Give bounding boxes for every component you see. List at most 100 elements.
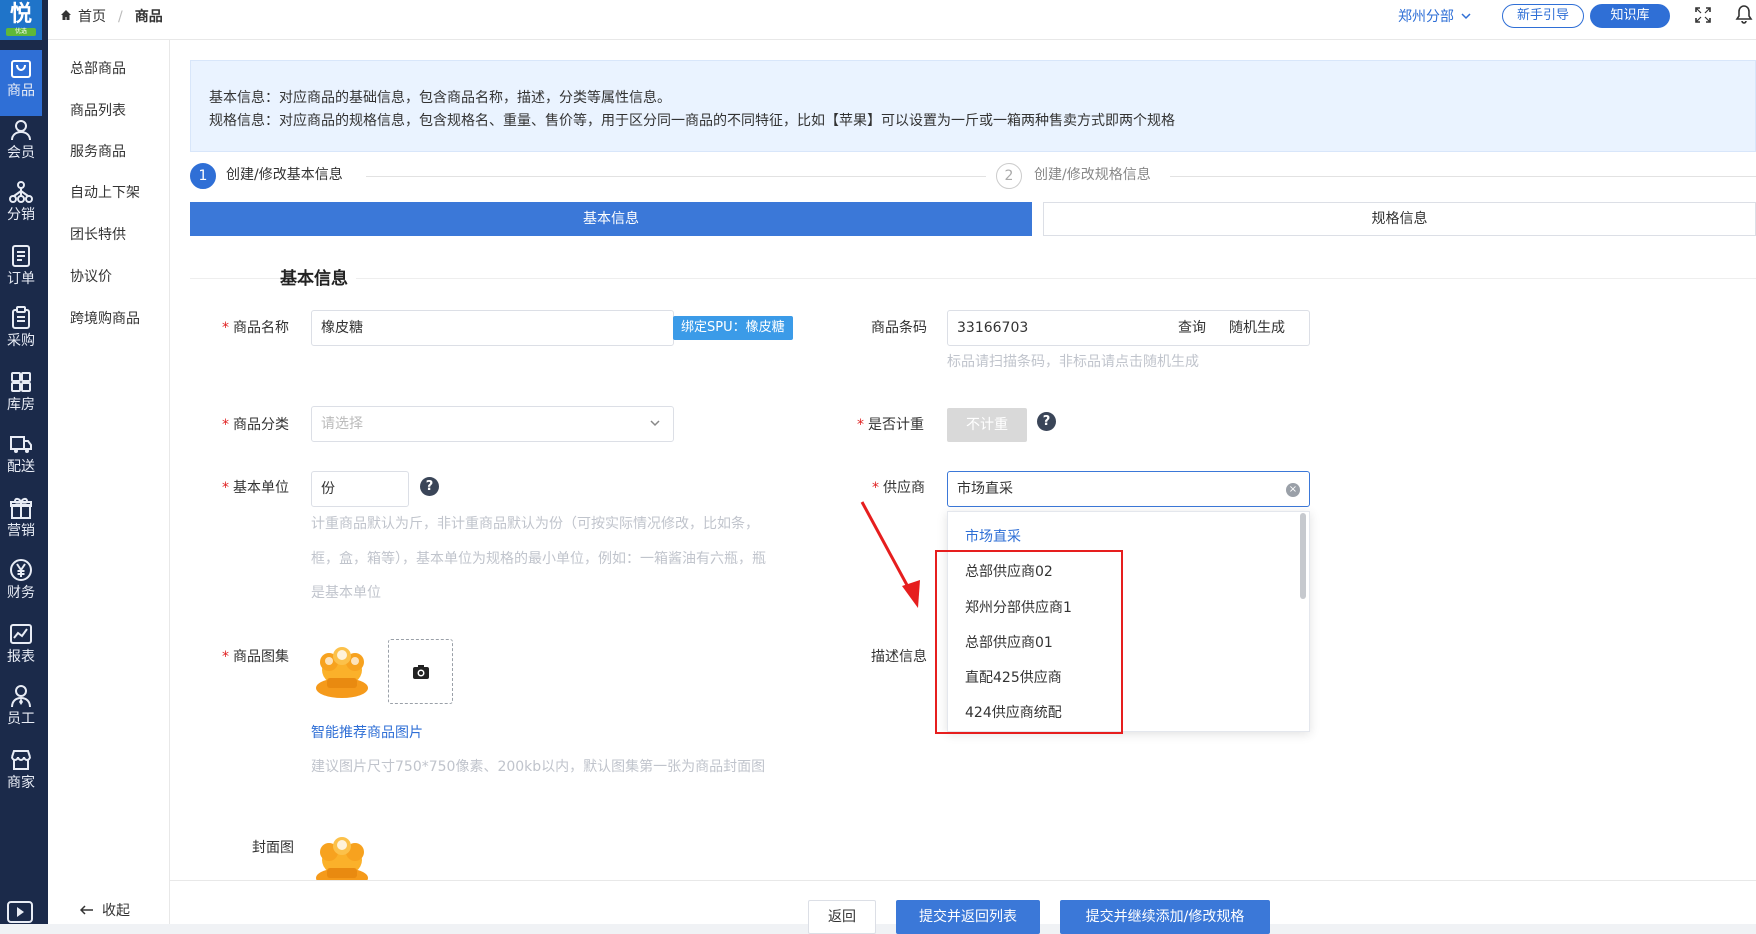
home-icon[interactable] (60, 0, 72, 34)
staff-icon (11, 685, 31, 708)
tip-line-basic: 基本信息：对应商品的基础信息，包含商品名称，描述，分类等属性信息。 (209, 90, 671, 106)
rail-label: 财务 (7, 585, 35, 601)
smart-recommend-link[interactable]: 智能推荐商品图片 (311, 722, 423, 742)
breadcrumb-current: 商品 (134, 9, 163, 25)
weigh-toggle[interactable]: 不计重 (947, 408, 1027, 442)
image-upload-box[interactable] (388, 639, 453, 704)
barcode-query-button[interactable]: 查询 (1178, 311, 1206, 345)
chevron-down-icon (649, 417, 661, 433)
supplier-select[interactable]: 市场直采 (947, 471, 1310, 507)
cover-image-thumb[interactable] (311, 830, 373, 880)
unit-hint-line2: 框，盒，箱等），基本单位为规格的最小单位，例如：一箱酱油有六瓶，瓶 (311, 551, 766, 567)
breadcrumb: 首页 / 商品 (60, 0, 163, 34)
logo-char: 悦 (9, 2, 32, 27)
annotation-arrow-icon (860, 500, 930, 616)
clear-icon[interactable]: × (1286, 483, 1300, 497)
name-label: * 商品名称 (222, 320, 289, 336)
step1-connector (366, 176, 986, 177)
submit-return-list-button[interactable]: 提交并返回列表 (896, 900, 1040, 934)
rail-item-order[interactable]: 订单 (0, 238, 42, 304)
camera-icon (412, 664, 430, 684)
category-select[interactable]: 请选择 (311, 406, 674, 442)
submenu-item-hq-goods[interactable]: 总部商品 (70, 58, 126, 80)
rail-item-marketing[interactable]: 营销 (0, 490, 42, 556)
branch-name: 郑州分部 (1398, 9, 1454, 25)
fullscreen-icon[interactable] (1694, 6, 1712, 28)
submit-continue-spec-button[interactable]: 提交并继续添加/修改规格 (1060, 900, 1270, 934)
guide-button[interactable]: 新手引导 (1502, 4, 1584, 28)
desc-label: 描述信息 (871, 649, 927, 665)
spu-tag[interactable]: 绑定SPU：橡皮糖 (673, 316, 793, 340)
step1-label: 创建/修改基本信息 (226, 167, 343, 183)
arrow-left-icon (79, 903, 94, 919)
submenu-item-leader-special[interactable]: 团长特供 (70, 224, 126, 246)
submenu-item-auto-shelf[interactable]: 自动上下架 (70, 182, 140, 204)
breadcrumb-home[interactable]: 首页 (78, 9, 106, 25)
warehouse-icon (11, 372, 31, 392)
help-icon[interactable]: ? (420, 477, 439, 496)
submenu-item-goods-list[interactable]: 商品列表 (70, 100, 126, 122)
logo-sub: 优选 (6, 28, 36, 36)
knowledge-base-button[interactable]: 知识库 (1590, 4, 1670, 28)
rail-label: 分销 (7, 207, 35, 223)
network-icon (9, 181, 33, 203)
back-button[interactable]: 返回 (808, 900, 876, 934)
gift-icon (10, 497, 32, 519)
tab-basic-info[interactable]: 基本信息 (190, 202, 1032, 236)
rail-item-delivery[interactable]: 配送 (0, 426, 42, 492)
step2-label: 创建/修改规格信息 (1034, 167, 1151, 183)
tab-spec-info[interactable]: 规格信息 (1043, 202, 1756, 236)
truck-icon (10, 436, 32, 453)
branch-selector[interactable]: 郑州分部 (1398, 6, 1471, 28)
collapse-label: 收起 (102, 903, 130, 919)
rail-item-goods[interactable]: 商品 (0, 50, 42, 116)
rail-label: 订单 (7, 271, 35, 287)
product-image-thumb[interactable] (311, 640, 373, 702)
rail-label: 营销 (7, 523, 35, 539)
rail-item-finance[interactable]: 财务 (0, 552, 42, 618)
rail-label: 库房 (7, 397, 35, 413)
collapse-button[interactable]: 收起 (79, 900, 130, 920)
rail-item-staff[interactable]: 员工 (0, 678, 42, 744)
order-icon (12, 245, 30, 267)
step2-number: 2 (996, 163, 1022, 189)
cover-label: 封面图 (252, 840, 294, 856)
rail-item-report[interactable]: 报表 (0, 616, 42, 682)
rail-item-member[interactable]: 会员 (0, 112, 42, 178)
rail-label: 报表 (7, 649, 35, 665)
help-icon[interactable]: ? (1037, 412, 1056, 431)
barcode-random-button[interactable]: 随机生成 (1229, 311, 1285, 345)
yen-icon (10, 559, 32, 581)
submenu-item-service-goods[interactable]: 服务商品 (70, 141, 126, 163)
section-title: 基本信息 (280, 264, 356, 289)
unit-hint-line1: 计重商品默认为斤，非计重商品默认为份（可按实际情况修改，比如条， (311, 516, 759, 532)
rail-label: 配送 (7, 459, 35, 475)
rail-label: 采购 (7, 333, 35, 349)
rail-item-purchase[interactable]: 采购 (0, 300, 42, 366)
barcode-input[interactable]: 33166703 (947, 310, 1163, 346)
rail-item-distribution[interactable]: 分销 (0, 174, 42, 240)
submenu-item-agreement-price[interactable]: 协议价 (70, 266, 112, 288)
barcode-actions: 查询 随机生成 (1162, 310, 1310, 346)
chevron-down-icon (1461, 6, 1471, 28)
gallery-label: * 商品图集 (222, 649, 289, 665)
dropdown-scrollbar[interactable] (1300, 513, 1306, 599)
sub-menu: 总部商品 商品列表 服务商品 自动上下架 团长特供 协议价 跨境购商品 (48, 40, 170, 924)
user-icon (11, 120, 31, 141)
bell-icon[interactable] (1735, 4, 1753, 28)
name-input[interactable]: 橡皮糖 (311, 310, 674, 346)
rail-item-merchant[interactable]: 商家 (0, 742, 42, 808)
unit-label: * 基本单位 (222, 480, 289, 496)
top-bar (48, 0, 1756, 40)
unit-input[interactable]: 份 (311, 471, 409, 507)
bag-icon (11, 60, 31, 78)
supplier-label: * 供应商 (872, 480, 925, 496)
barcode-label: 商品条码 (871, 320, 927, 336)
rail-label: 会员 (7, 145, 35, 161)
rail-label: 商家 (7, 775, 35, 791)
tip-line-spec: 规格信息：对应商品的规格信息，包含规格名、重量、售价等，用于区分同一商品的不同特… (209, 113, 1175, 129)
submenu-item-crossborder[interactable]: 跨境购商品 (70, 308, 140, 330)
info-tip-box: 基本信息：对应商品的基础信息，包含商品名称，描述，分类等属性信息。 规格信息：对… (190, 60, 1756, 152)
store-icon (11, 750, 31, 770)
rail-item-warehouse[interactable]: 库房 (0, 364, 42, 430)
